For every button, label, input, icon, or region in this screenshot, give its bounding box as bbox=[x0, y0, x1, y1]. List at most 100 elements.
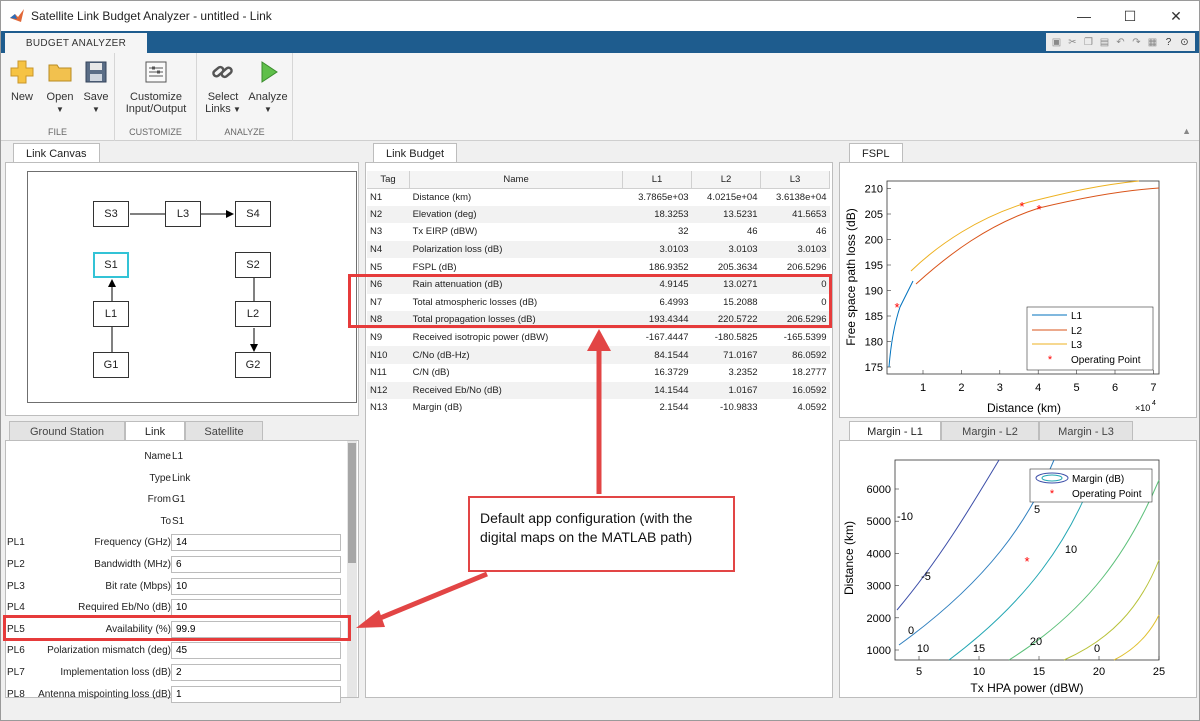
window-layout-icon[interactable]: ▦ bbox=[1145, 35, 1160, 50]
highlight-box-table-rows bbox=[348, 274, 832, 328]
group-customize: Customize Input/Output CUSTOMIZE bbox=[115, 53, 197, 141]
property-tag: PL6 bbox=[7, 645, 25, 657]
table-row[interactable]: N13 Margin (dB) 2.1544 -10.9833 4.0592 bbox=[367, 399, 830, 417]
table-row[interactable]: N9 Received isotropic power (dBW) -167.444… bbox=[367, 329, 830, 347]
property-row: PL8 Antenna mispointing loss (dB) bbox=[5, 685, 347, 705]
legend-operating-point-marker: * bbox=[1050, 488, 1055, 500]
node-s1[interactable]: S1 bbox=[93, 252, 129, 278]
margin-xtick-label: 15 bbox=[1033, 666, 1045, 678]
contour-label: 10 bbox=[1065, 544, 1077, 556]
property-input[interactable] bbox=[171, 599, 341, 617]
margin-ytick-label: 5000 bbox=[867, 516, 891, 528]
select-links-button[interactable]: Select Links ▼ bbox=[201, 57, 245, 123]
customize-button[interactable]: Customize Input/Output bbox=[121, 57, 191, 123]
expand-icon[interactable]: ⊙ bbox=[1177, 35, 1192, 50]
property-input[interactable] bbox=[171, 577, 341, 595]
cut-quick-icon[interactable]: ✂ bbox=[1065, 35, 1080, 50]
highlight-box-availability bbox=[3, 615, 351, 641]
copy-quick-icon[interactable]: ❐ bbox=[1081, 35, 1096, 50]
table-cell: 86.0592 bbox=[760, 346, 830, 364]
property-label: Name bbox=[144, 451, 171, 462]
analyze-button[interactable]: Analyze ▼ bbox=[245, 57, 291, 123]
property-input[interactable] bbox=[171, 642, 341, 660]
link-canvas[interactable]: S3 L3 S4 S1 S2 L1 L2 G1 G2 bbox=[27, 171, 357, 403]
fspl-x-exponent: ×10 bbox=[1135, 403, 1150, 413]
property-row: Type Link bbox=[5, 469, 347, 489]
tab-budget-analyzer[interactable]: BUDGET ANALYZER bbox=[5, 33, 147, 53]
scrollbar-thumb[interactable] bbox=[348, 443, 356, 563]
fspl-xtick-label: 6 bbox=[1112, 382, 1118, 394]
column-header-l2[interactable]: L2 bbox=[691, 171, 762, 189]
tab-margin-l2[interactable]: Margin - L2 bbox=[941, 421, 1039, 441]
table-row[interactable]: N2 Elevation (deg) 18.3253 13.5231 41.5653 bbox=[367, 205, 830, 224]
chevron-down-icon: ▼ bbox=[56, 105, 64, 114]
column-header-name[interactable]: Name bbox=[409, 171, 624, 189]
property-label: Required Eb/No (dB) bbox=[78, 602, 171, 614]
node-l3[interactable]: L3 bbox=[165, 201, 201, 227]
node-l2[interactable]: L2 bbox=[235, 301, 271, 327]
chevron-down-icon: ▼ bbox=[92, 105, 100, 114]
column-header-l1[interactable]: L1 bbox=[622, 171, 693, 189]
property-input[interactable] bbox=[171, 664, 341, 681]
table-cell: 41.5653 bbox=[760, 205, 830, 224]
fspl-xtick-label: 4 bbox=[1035, 382, 1041, 394]
tab-link-canvas[interactable]: Link Canvas bbox=[13, 143, 100, 163]
node-s2[interactable]: S2 bbox=[235, 252, 271, 278]
table-cell: 1.0167 bbox=[691, 381, 761, 400]
table-cell: 13.5231 bbox=[691, 205, 761, 224]
tab-margin-l1[interactable]: Margin - L1 bbox=[849, 421, 941, 441]
property-row: From G1 bbox=[5, 490, 347, 510]
node-g1[interactable]: G1 bbox=[93, 352, 129, 378]
undo-quick-icon[interactable]: ↶ bbox=[1113, 35, 1128, 50]
tab-margin-l3[interactable]: Margin - L3 bbox=[1039, 421, 1133, 441]
fspl-plot[interactable]: 175 180 185 190 195 200 205 210 1 2 3 4 5 6 7 * * * D… bbox=[839, 162, 1197, 418]
property-row: PL1 Frequency (GHz) bbox=[5, 533, 347, 553]
property-input[interactable] bbox=[171, 556, 341, 573]
close-button[interactable]: ✕ bbox=[1153, 1, 1199, 31]
column-header-l3[interactable]: L3 bbox=[760, 171, 830, 189]
property-label: Bit rate (Mbps) bbox=[105, 580, 171, 592]
table-row[interactable]: N11 C/N (dB) 16.3729 3.2352 18.2777 bbox=[367, 364, 830, 382]
tab-fspl[interactable]: FSPL bbox=[849, 143, 903, 163]
collapse-toolstrip-icon[interactable]: ▲ bbox=[1182, 126, 1191, 136]
table-cell: 46 bbox=[746, 226, 758, 238]
node-g2[interactable]: G2 bbox=[235, 352, 271, 378]
table-cell: 84.1544 bbox=[622, 346, 692, 364]
node-s4[interactable]: S4 bbox=[235, 201, 271, 227]
table-row[interactable]: N12 Received Eb/No (dB) 14.1544 1.0167 16.05… bbox=[367, 381, 830, 400]
help-icon[interactable]: ? bbox=[1161, 35, 1176, 50]
node-l1[interactable]: L1 bbox=[93, 301, 129, 327]
property-input[interactable] bbox=[171, 534, 341, 552]
table-cell: 3.0103 bbox=[691, 240, 761, 259]
node-s3[interactable]: S3 bbox=[93, 201, 129, 227]
open-button[interactable]: Open ▼ bbox=[41, 57, 79, 123]
fspl-ytick-label: 185 bbox=[865, 311, 883, 323]
tab-link-budget[interactable]: Link Budget bbox=[373, 143, 458, 163]
properties-scrollbar[interactable] bbox=[347, 441, 357, 697]
paste-quick-icon[interactable]: ▤ bbox=[1097, 35, 1112, 50]
column-header-tag[interactable]: Tag bbox=[367, 171, 411, 189]
operating-point-l1: * bbox=[894, 300, 899, 315]
new-button[interactable]: New bbox=[3, 57, 41, 123]
table-row[interactable]: N4 Polarization loss (dB) 3.0103 3.0103 3.01… bbox=[367, 240, 830, 259]
save-quick-icon[interactable]: ▣ bbox=[1049, 35, 1064, 50]
property-input[interactable] bbox=[171, 685, 341, 703]
tab-satellite[interactable]: Satellite bbox=[185, 421, 263, 441]
tab-link[interactable]: Link bbox=[125, 421, 185, 441]
table-cell: Distance (km) bbox=[412, 191, 472, 203]
table-row[interactable]: N10 C/No (dB-Hz) 84.1544 71.0167 86.0592 bbox=[367, 346, 830, 364]
group-file: New Open ▼ Save ▼ FILE bbox=[1, 53, 115, 141]
margin-plot[interactable]: 100020003000400050006000 5 10 15 20 25 -10 -… bbox=[839, 440, 1197, 698]
table-row[interactable]: N1 Distance (km) 3.7865e+03 4.0215e+04 3.613… bbox=[367, 188, 830, 206]
margin-xlabel: Tx HPA power (dBW) bbox=[970, 681, 1083, 695]
maximize-button[interactable]: ☐ bbox=[1107, 1, 1153, 31]
table-cell: N3 bbox=[370, 226, 383, 238]
save-button[interactable]: Save ▼ bbox=[77, 57, 115, 123]
tab-ground-station[interactable]: Ground Station bbox=[9, 421, 125, 441]
property-label: Implementation loss (dB) bbox=[60, 667, 171, 678]
table-row[interactable]: N3 Tx EIRP (dBW) 32 46 46 bbox=[367, 223, 830, 241]
table-cell: 4.0592 bbox=[797, 402, 827, 414]
minimize-button[interactable]: — bbox=[1061, 1, 1107, 31]
legend-operating-point-marker: * bbox=[1048, 354, 1053, 366]
redo-quick-icon[interactable]: ↷ bbox=[1129, 35, 1144, 50]
